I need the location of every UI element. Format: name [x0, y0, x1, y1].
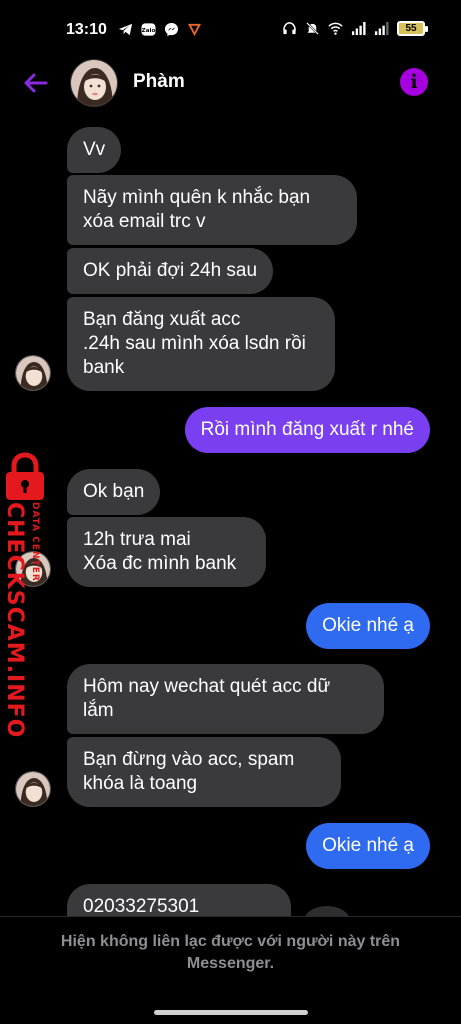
message-bubble[interactable]: Bạn đừng vào acc, spam khóa là toang [67, 737, 341, 807]
battery-indicator: 55 [397, 21, 428, 36]
headphones-icon [283, 22, 296, 35]
home-indicator[interactable] [154, 1010, 308, 1015]
messenger-icon [164, 22, 179, 37]
message-bubble-sent[interactable]: Okie nhé ạ [306, 603, 430, 649]
system-icons: 55 [282, 21, 428, 36]
notification-icons: Zalo [118, 22, 202, 37]
status-time: 13:10 [66, 21, 107, 38]
sender-avatar[interactable] [15, 771, 51, 807]
message-bubble[interactable]: Ok bạn [67, 469, 161, 515]
message-bubble-sent[interactable]: Okie nhé ạ [306, 823, 430, 869]
vpn-icon [187, 23, 202, 37]
unavailable-notice: Hiện không liên lạc được với người này t… [60, 933, 401, 972]
lock-icon [6, 452, 44, 500]
message-bubble-sent[interactable]: Rồi mình đăng xuất r nhé [184, 407, 430, 453]
signal-icon [351, 21, 366, 36]
mute-icon [306, 22, 319, 35]
arrow-left-icon[interactable] [20, 67, 52, 99]
message-bubble[interactable]: Nãy mình quên k nhắc bạn xóa email trc v [67, 175, 357, 245]
message-bubble[interactable]: 12h trưa mai Xóa đc mình bank [67, 517, 266, 587]
sender-avatar[interactable] [15, 355, 51, 391]
message-bubble[interactable]: Bạn đăng xuất acc .24h sau mình xóa lsdn… [67, 297, 335, 391]
zalo-icon: Zalo [141, 23, 156, 36]
signal-icon [374, 21, 389, 36]
telegram-icon [118, 23, 133, 36]
chat-header: Phàm i [0, 56, 461, 112]
contact-avatar[interactable] [70, 59, 118, 107]
info-icon[interactable]: i [400, 68, 428, 96]
wifi-icon [328, 22, 343, 35]
message-bubble[interactable]: OK phải đợi 24h sau [67, 248, 274, 294]
message-bubble[interactable]: Vv [67, 127, 122, 173]
status-bar: 13:10 Zalo 55 [0, 0, 461, 56]
composer-disabled-notice: Hiện không liên lạc được với người này t… [0, 916, 461, 1024]
contact-name[interactable]: Phàm [133, 71, 185, 93]
sender-avatar[interactable] [15, 551, 51, 587]
svg-text:Zalo: Zalo [142, 28, 156, 34]
message-bubble[interactable]: Hôm nay wechat quét acc dữ lắm [67, 664, 384, 734]
watermark-brand: CHECKSCAM.INFO [2, 502, 27, 739]
